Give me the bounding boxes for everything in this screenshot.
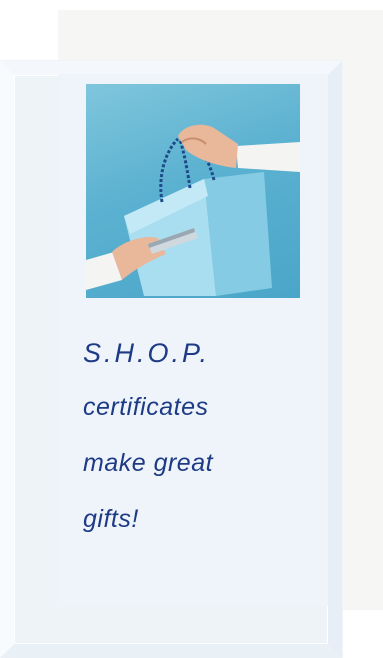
promo-line-2: certificates bbox=[83, 393, 209, 421]
shopping-bag-photo bbox=[86, 84, 300, 298]
promo-line-3: make great bbox=[83, 449, 214, 477]
promo-text: S.H.O.P. certificates make great gifts! bbox=[83, 338, 333, 560]
promo-line-1: S.H.O.P. bbox=[83, 338, 211, 368]
shopping-bag-gift-icon bbox=[86, 124, 300, 296]
promo-line-4: gifts! bbox=[83, 505, 139, 533]
